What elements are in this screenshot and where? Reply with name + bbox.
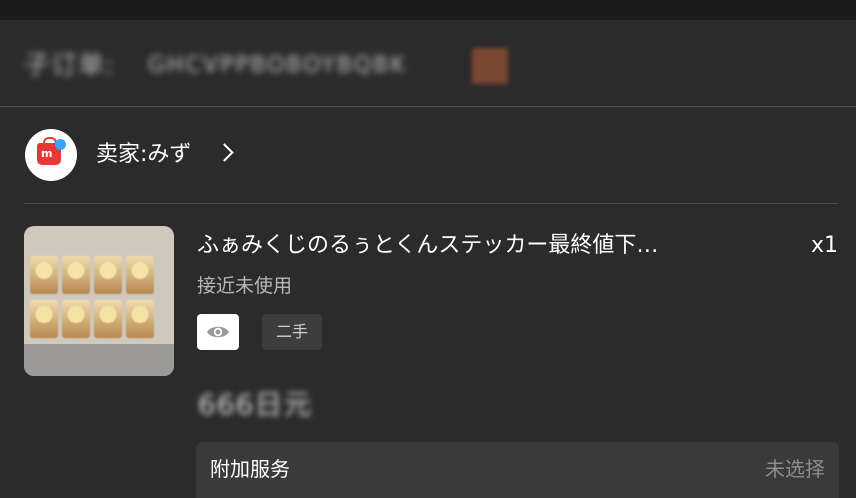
additional-service-row[interactable]: 附加服务 未选择 — [196, 442, 839, 498]
product-title[interactable]: ふぁみくじのるぅとくんステッカー最終値下… — [197, 230, 797, 262]
seller-link[interactable]: m 卖家:みず — [0, 107, 856, 203]
chevron-right-icon — [215, 143, 234, 162]
product-thumbnail[interactable] — [24, 226, 174, 376]
mercari-bag-icon: m — [25, 129, 77, 181]
additional-service-value: 未选择 — [765, 457, 825, 481]
product-price: 666日元 — [198, 388, 313, 421]
product-item: ふぁみくじのるぅとくんステッカー最終値下… x1 接近未使用 二手 666日元 … — [0, 204, 856, 498]
product-quantity: x1 — [811, 233, 839, 258]
sub-order-number: GHCVPPBOBOYBQBK — [148, 53, 407, 78]
top-bar — [0, 0, 856, 20]
copy-icon[interactable] — [472, 48, 508, 84]
order-detail-page: 子订单: GHCVPPBOBOYBQBK m 卖家:みず ふぁみくじのるぅとくん… — [0, 0, 856, 498]
sub-order-row: 子订单: GHCVPPBOBOYBQBK — [0, 20, 856, 106]
seller-name: 卖家:みず — [96, 142, 192, 167]
product-condition: 接近未使用 — [197, 275, 293, 297]
additional-service-label: 附加服务 — [210, 457, 290, 481]
sub-order-label: 子订单: — [24, 51, 115, 81]
eye-icon[interactable] — [197, 314, 239, 350]
secondhand-tag: 二手 — [262, 314, 322, 350]
